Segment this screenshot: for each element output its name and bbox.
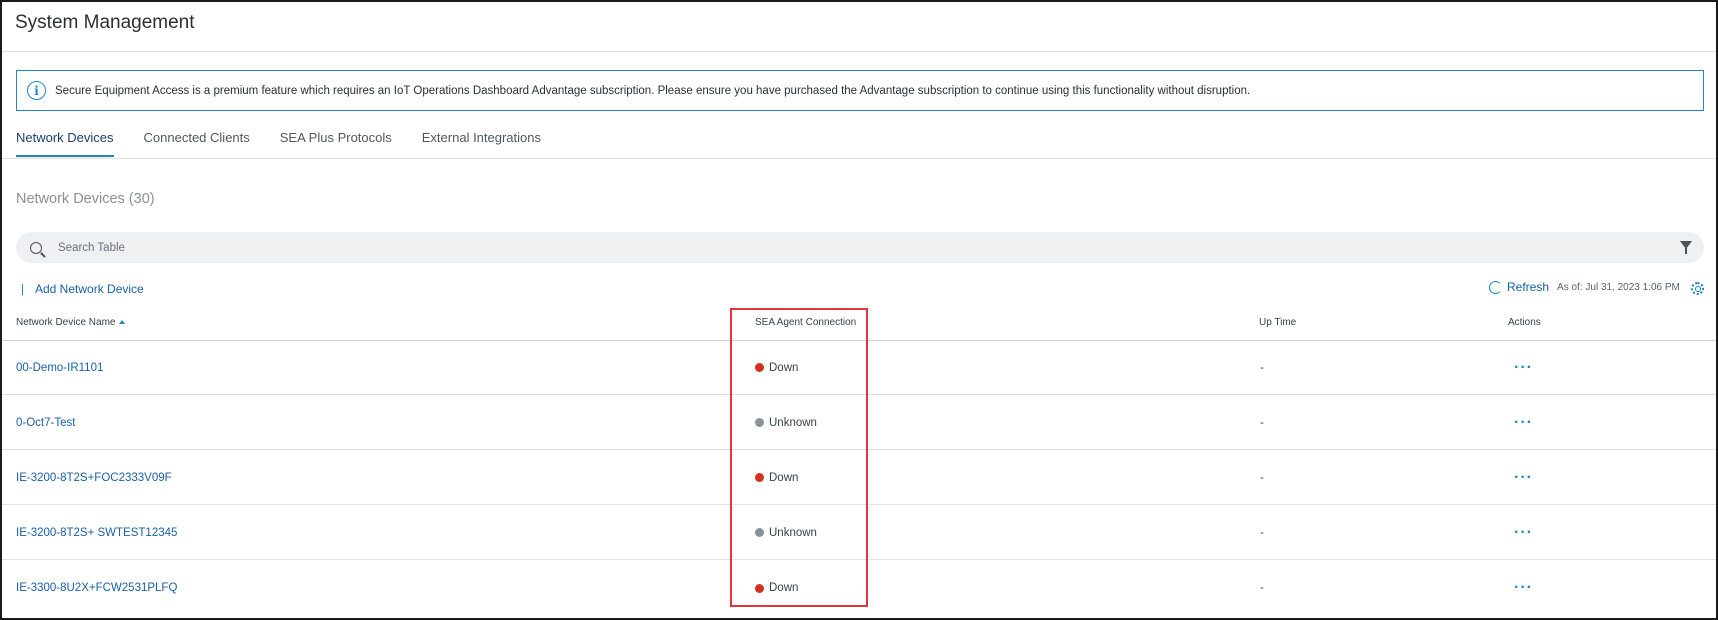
- row-actions-menu-icon[interactable]: ···: [1514, 469, 1533, 487]
- device-name-link[interactable]: IE-3200-8T2S+ SWTEST12345: [16, 527, 177, 539]
- last-updated-timestamp: As of: Jul 31, 2023 1:06 PM: [1557, 281, 1680, 293]
- tab-connected-clients[interactable]: Connected Clients: [144, 130, 250, 157]
- status-label: Unknown: [769, 526, 817, 539]
- row-actions-menu-icon[interactable]: ···: [1514, 414, 1533, 432]
- page-title: System Management: [15, 12, 195, 33]
- row-actions-menu-icon[interactable]: ···: [1514, 524, 1533, 542]
- search-icon: [30, 241, 42, 254]
- search-input[interactable]: [58, 241, 1558, 254]
- refresh-icon[interactable]: [1489, 280, 1502, 294]
- device-name-link[interactable]: 00-Demo-IR1101: [16, 362, 103, 374]
- column-header-actions: Actions: [1508, 317, 1541, 328]
- plus-icon: [22, 283, 23, 295]
- up-time-value: -: [1260, 416, 1264, 429]
- status-down-dot: [755, 583, 764, 593]
- search-bar: [16, 232, 1704, 263]
- row-actions-menu-icon[interactable]: ···: [1514, 579, 1533, 597]
- filter-icon[interactable]: [1680, 241, 1692, 254]
- up-time-value: -: [1260, 526, 1264, 539]
- tabs-divider: [2, 158, 1716, 159]
- tab-network-devices[interactable]: Network Devices: [16, 130, 114, 157]
- device-name-link[interactable]: IE-3200-8T2S+FOC2333V09F: [16, 472, 172, 484]
- up-time-value: -: [1260, 361, 1264, 374]
- info-banner: i Secure Equipment Access is a premium f…: [16, 70, 1704, 111]
- sea-agent-status: Down: [755, 362, 798, 374]
- status-label: Down: [769, 361, 799, 374]
- table-row: IE-3200-8T2S+ SWTEST12345 Unknown - ···: [2, 506, 1716, 560]
- column-header-device-name[interactable]: Network Device Name: [16, 317, 126, 328]
- sea-agent-status: Down: [755, 582, 798, 594]
- table-row: 0-Oct7-Test Unknown - ···: [2, 396, 1716, 450]
- table-row: 00-Demo-IR1101 Down - ···: [2, 341, 1716, 395]
- status-unknown-dot: [755, 418, 764, 427]
- up-time-value: -: [1260, 582, 1264, 594]
- banner-text: Secure Equipment Access is a premium fea…: [55, 84, 1251, 97]
- status-label: Down: [769, 582, 799, 594]
- refresh-button[interactable]: Refresh: [1507, 280, 1549, 294]
- status-label: Unknown: [769, 416, 817, 429]
- sea-agent-status: Unknown: [755, 417, 817, 429]
- column-header-device-name-label: Network Device Name: [16, 317, 116, 328]
- sort-ascending-icon: [119, 320, 126, 325]
- column-header-up-time[interactable]: Up Time: [1259, 317, 1296, 328]
- refresh-group: Refresh As of: Jul 31, 2023 1:06 PM: [1489, 280, 1680, 294]
- column-header-sea-agent-connection[interactable]: SEA Agent Connection: [755, 317, 856, 328]
- status-down-dot: [755, 363, 764, 372]
- status-down-dot: [755, 473, 764, 482]
- add-network-device-button[interactable]: Add Network Device: [22, 282, 144, 296]
- table-row: IE-3300-8U2X+FCW2531PLFQ Down - ···: [2, 561, 1716, 615]
- add-network-device-label: Add Network Device: [35, 282, 144, 296]
- settings-gear-icon[interactable]: [1691, 282, 1704, 295]
- section-title: Network Devices (30): [16, 191, 155, 207]
- table-row: IE-3200-8T2S+FOC2333V09F Down - ···: [2, 451, 1716, 505]
- device-name-link[interactable]: IE-3300-8U2X+FCW2531PLFQ: [16, 582, 177, 594]
- device-name-link[interactable]: 0-Oct7-Test: [16, 417, 75, 429]
- tab-external-integrations[interactable]: External Integrations: [422, 130, 541, 157]
- status-unknown-dot: [755, 528, 764, 537]
- tab-bar: Network Devices Connected Clients SEA Pl…: [16, 130, 571, 157]
- tab-sea-plus-protocols[interactable]: SEA Plus Protocols: [280, 130, 392, 157]
- sea-agent-status: Down: [755, 472, 798, 484]
- up-time-value: -: [1260, 471, 1264, 484]
- sea-agent-status: Unknown: [755, 527, 817, 539]
- row-actions-menu-icon[interactable]: ···: [1514, 359, 1533, 377]
- info-icon: i: [27, 81, 46, 100]
- title-divider: [2, 51, 1716, 52]
- status-label: Down: [769, 471, 799, 484]
